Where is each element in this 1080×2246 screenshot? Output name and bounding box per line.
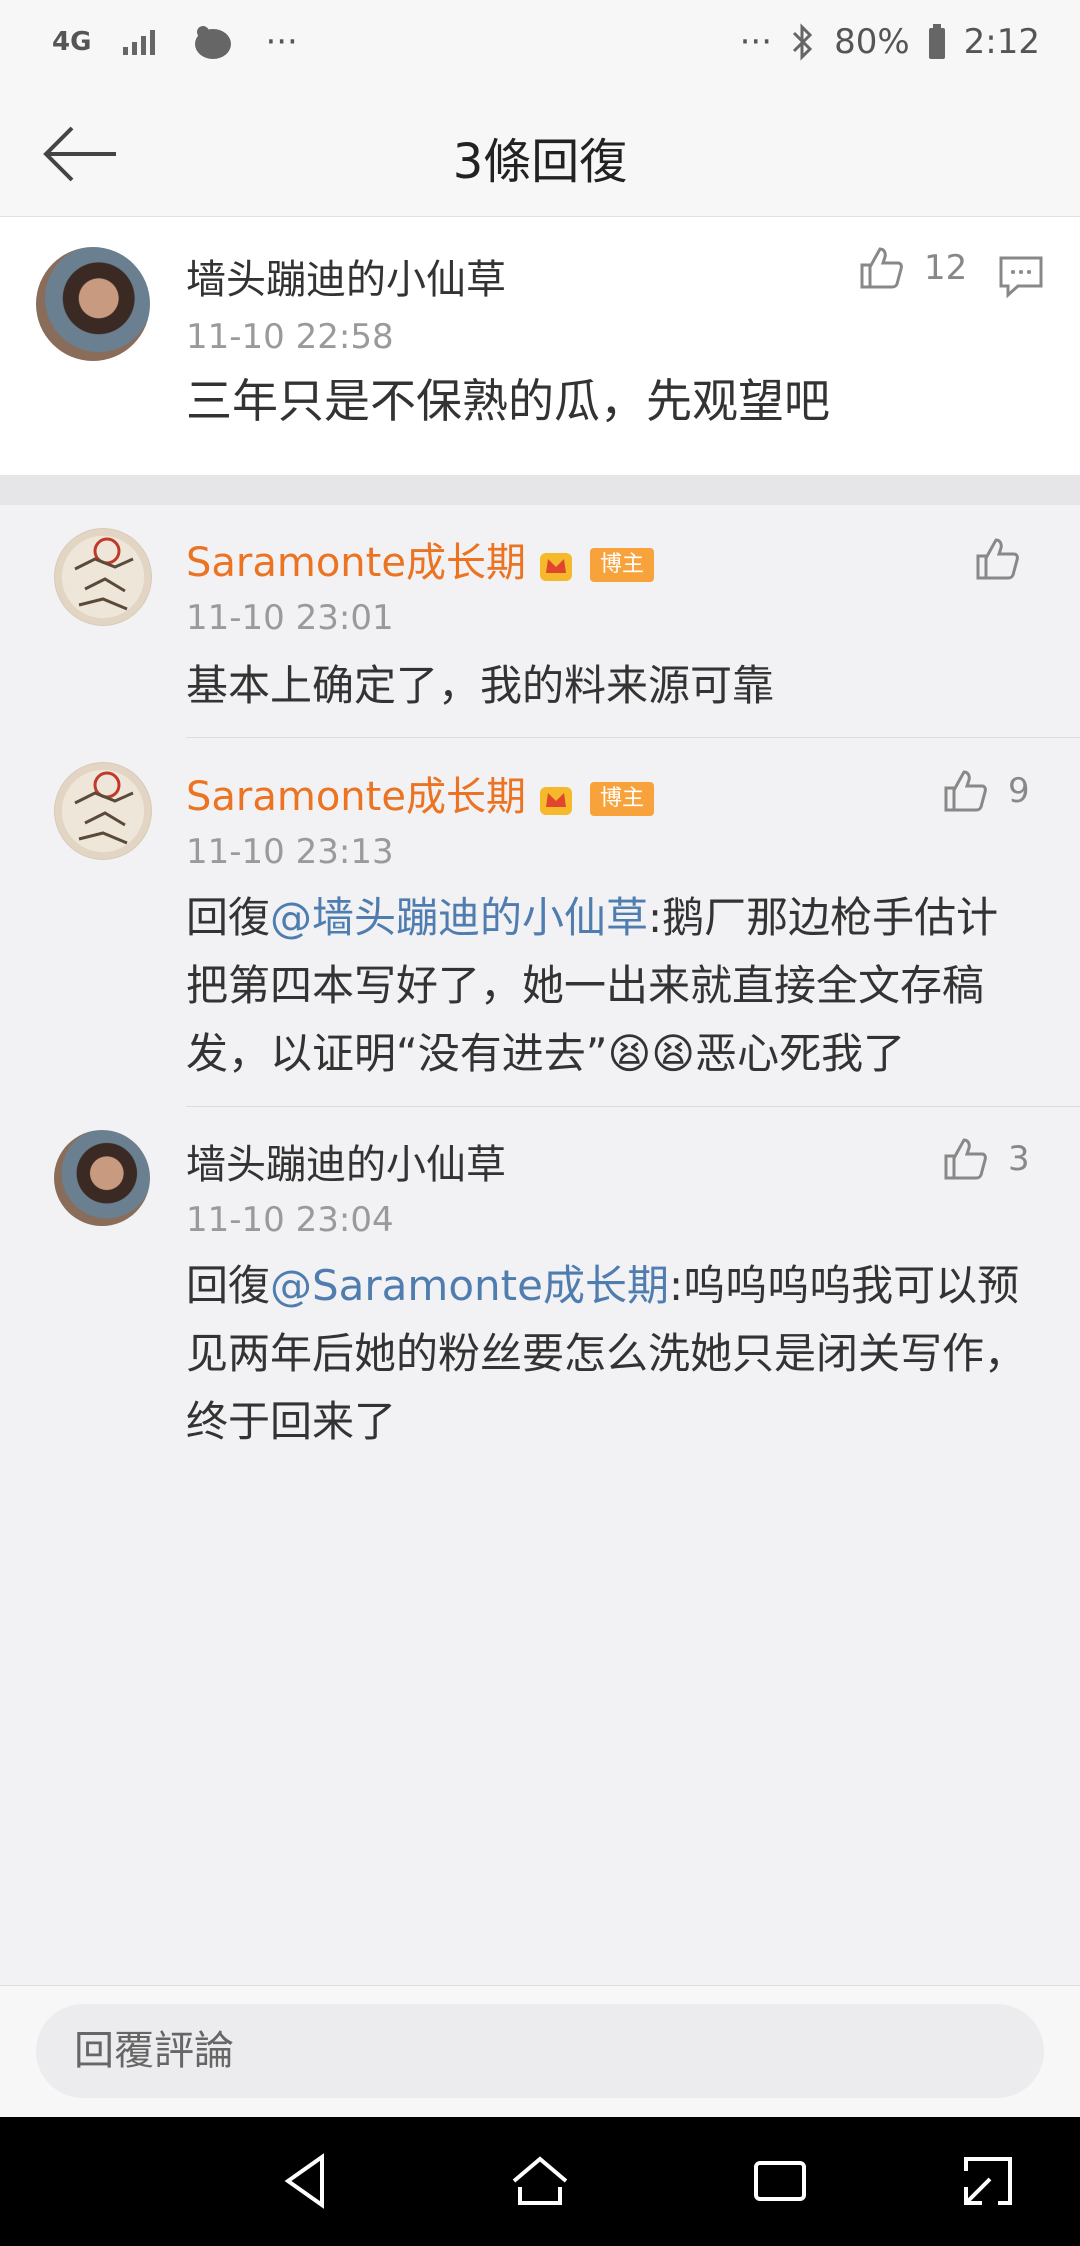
reply-divider: [186, 737, 1080, 738]
battery-icon: [928, 24, 945, 59]
reply-text-line: 终于回来了: [186, 1397, 397, 1446]
reply-text-line: 见两年后她的粉丝要怎么洗她只是闭关写作，: [186, 1329, 1027, 1378]
comment-username[interactable]: 墙头蹦迪的小仙草: [186, 247, 506, 305]
reply-username-text: Saramonte成长期: [186, 540, 526, 586]
reply-prefix: 回復: [186, 1261, 271, 1310]
network-type: 4G: [52, 27, 92, 57]
reply-divider: [186, 1106, 1080, 1107]
navigation-bar: [0, 2117, 1080, 2246]
thumbs-up-icon: [944, 770, 987, 812]
reply-time: 11-10 23:13: [186, 832, 394, 872]
like-button[interactable]: 9: [942, 768, 1030, 814]
mention-link[interactable]: @Saramonte成长期: [270, 1261, 669, 1310]
reply-time: 11-10 23:04: [186, 1200, 394, 1240]
nav-back-icon[interactable]: [276, 2149, 340, 2213]
reply-input[interactable]: [36, 2004, 1044, 2098]
reply-bar: [0, 1985, 1080, 2118]
reply-prefix: 回復: [186, 893, 271, 942]
nav-recents-icon[interactable]: [748, 2149, 812, 2213]
reply-text-line: :鹅厂那边枪手估计: [648, 893, 999, 942]
battery-percent: 80%: [834, 22, 910, 62]
reply-username-text: Saramonte成长期: [186, 774, 526, 820]
like-count: 3: [1008, 1139, 1030, 1179]
reply-text: 基本上确定了，我的料来源可靠: [186, 661, 775, 710]
avatar[interactable]: [54, 762, 152, 860]
reply-text: 回復@Saramonte成长期:呜呜呜呜我可以预 见两年后她的粉丝要怎么洗她只是…: [186, 1252, 1046, 1456]
status-bar: 4G ··· ··· 80% 2:12: [0, 0, 1080, 92]
crown-icon: [539, 787, 572, 815]
avatar[interactable]: [36, 247, 150, 361]
reply-username[interactable]: Saramonte成长期 博主: [186, 764, 654, 822]
mention-link[interactable]: @墙头蹦迪的小仙草: [270, 893, 648, 942]
title-bar: 3條回復: [0, 92, 1080, 217]
like-count: 9: [1008, 771, 1030, 811]
reply-time: 11-10 23:01: [186, 598, 394, 638]
reply-username[interactable]: Saramonte成长期 博主: [186, 530, 654, 588]
thumbs-up-icon[interactable]: [974, 536, 1020, 582]
main-comment: 墙头蹦迪的小仙草 11-10 22:58 三年只是不保熟的瓜，先观望吧 12: [0, 217, 1080, 475]
sketch-avatar-icon: [74, 537, 134, 611]
comment-icon[interactable]: [998, 255, 1044, 299]
reply-text-line: 发，以证明“没有进去”😫😫恶心死我了: [186, 1029, 906, 1078]
status-more-right: ···: [739, 22, 773, 62]
comment-time: 11-10 22:58: [186, 317, 394, 357]
like-button[interactable]: 12: [858, 245, 967, 291]
nav-expand-icon[interactable]: [956, 2149, 1020, 2213]
app-notification-icon: [195, 26, 232, 59]
comment-text: 三年只是不保熟的瓜，先观望吧: [186, 374, 830, 428]
reply-text-line: 把第四本写好了，她一出来就直接全文存稿: [186, 961, 985, 1010]
blogger-badge: 博主: [589, 782, 654, 816]
reply-username[interactable]: 墙头蹦迪的小仙草: [186, 1132, 506, 1190]
signal-icon: [123, 30, 156, 55]
bluetooth-icon: [793, 23, 813, 61]
sketch-avatar-icon: [74, 771, 134, 845]
nav-home-icon[interactable]: [508, 2149, 572, 2213]
like-count: 12: [924, 248, 968, 288]
blogger-badge: 博主: [589, 548, 654, 582]
clock: 2:12: [963, 22, 1040, 62]
page-title: 3條回復: [452, 134, 628, 190]
thumbs-up-icon: [944, 1138, 987, 1180]
reply-text: 回復@墙头蹦迪的小仙草:鹅厂那边枪手估计 把第四本写好了，她一出来就直接全文存稿…: [186, 884, 1046, 1088]
like-button[interactable]: 3: [942, 1136, 1030, 1182]
status-more-left: ···: [265, 22, 298, 62]
section-divider: [0, 475, 1080, 505]
crown-icon: [539, 553, 572, 581]
avatar[interactable]: [54, 528, 152, 626]
reply-text-line: :呜呜呜呜我可以预: [668, 1261, 1020, 1310]
avatar[interactable]: [54, 1130, 150, 1226]
thumbs-up-icon: [860, 247, 903, 289]
